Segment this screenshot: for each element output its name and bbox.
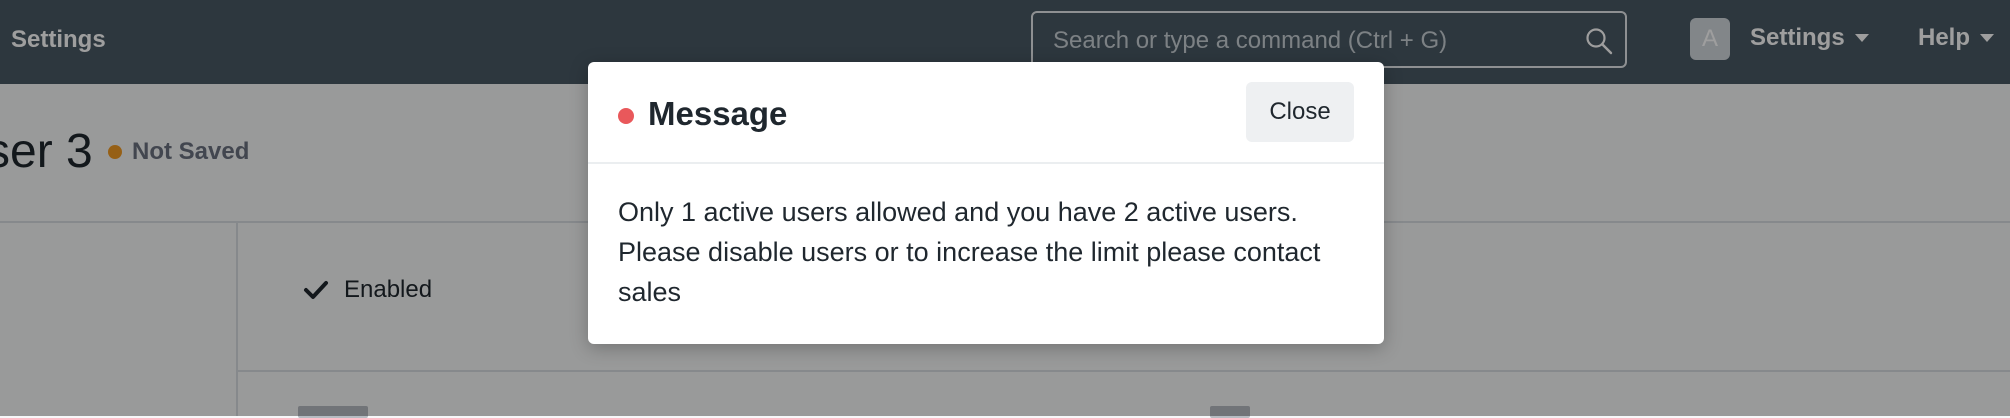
dialog-message: Only 1 active users allowed and you have… (618, 197, 1321, 307)
dialog-divider (588, 162, 1384, 164)
dialog-header: Message Close (588, 62, 1384, 162)
indicator-dot-icon (618, 108, 634, 124)
close-button[interactable]: Close (1246, 82, 1354, 142)
dialog-title: Message (648, 95, 788, 132)
message-dialog: Message Close Only 1 active users allowe… (588, 62, 1384, 344)
